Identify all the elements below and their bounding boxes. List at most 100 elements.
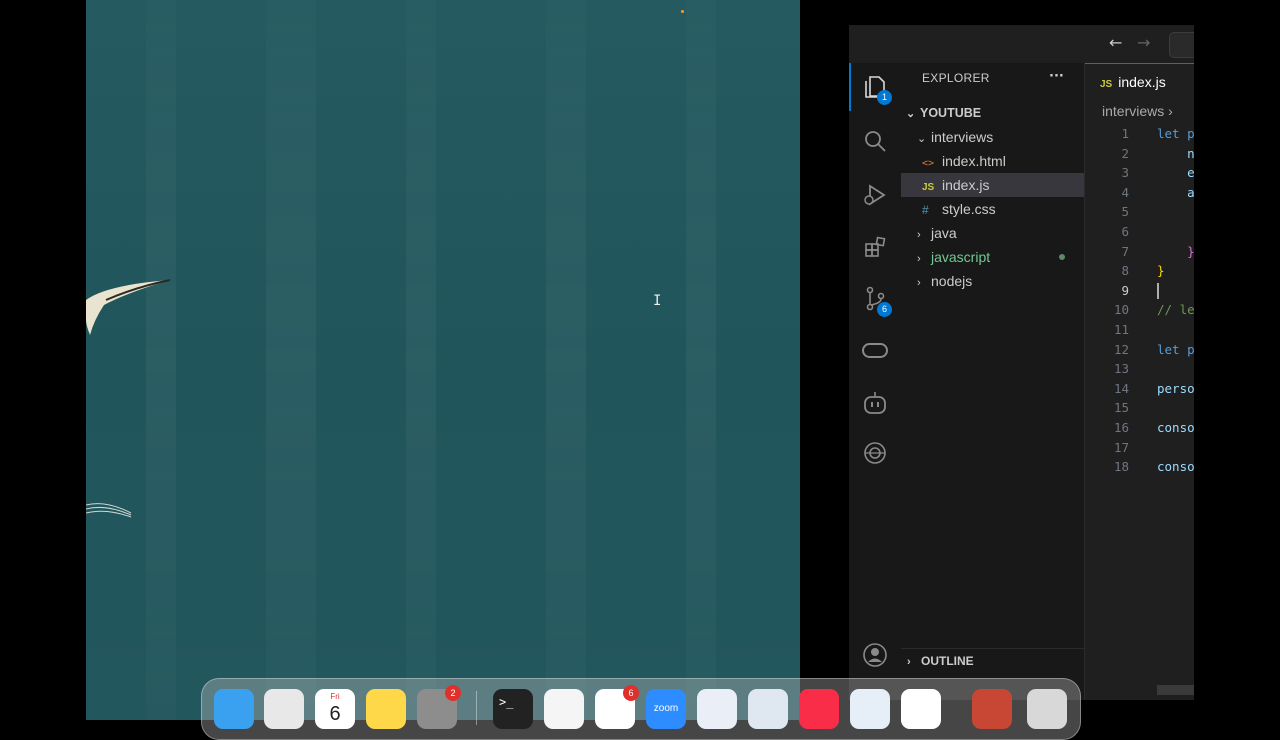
js-file-icon: JS [1100,79,1113,90]
outline-section[interactable]: › OUTLINE [901,648,1084,673]
code-line[interactable]: 2 n [1085,144,1194,164]
folder-interviews[interactable]: ⌄ interviews [901,125,1084,149]
explorer-header: EXPLORER [922,71,990,85]
dock-finder-icon[interactable] [214,689,254,729]
extensions-icon[interactable] [859,231,891,263]
code-text: } [1157,243,1194,259]
dock-launchpad-icon[interactable] [264,689,304,729]
remote-icon[interactable] [859,335,891,367]
dock-automator-icon[interactable] [748,689,788,729]
dock-music-icon[interactable] [799,689,839,729]
dock-zoom-icon[interactable]: zoom [646,689,686,729]
code-line[interactable]: 12 let p [1085,340,1194,360]
folder-javascript[interactable]: › javascript [901,245,1084,269]
horizontal-scrollbar[interactable] [1157,685,1194,695]
line-number: 12 [1113,341,1129,357]
text-cursor-icon: I [653,293,662,309]
chevron-right-icon: › [907,656,911,668]
back-arrow-icon[interactable]: ← [1109,33,1122,52]
code-line[interactable]: 5 [1085,202,1194,222]
code-line[interactable]: 3 e [1085,163,1194,183]
code-lines[interactable]: 1 let p2 n3 e4 a567 } 8} 9 10// le 11 12 let p1… [1085,124,1194,684]
explorer-more-button[interactable]: ··· [1049,69,1064,84]
tab-index-js[interactable]: JS index.js [1085,63,1194,100]
code-line[interactable]: 6 [1085,222,1194,242]
source-control-icon[interactable]: 6 [859,283,892,317]
folder-java[interactable]: › java [901,221,1084,245]
line-number: 3 [1121,165,1129,181]
code-line[interactable]: 16 conso [1085,418,1194,438]
file-index-js[interactable]: JS index.js [901,173,1084,197]
dock-calendar-icon[interactable]: Fri 6 [315,689,355,729]
folder-nodejs[interactable]: › nodejs [901,269,1084,293]
chevron-right-icon: › [917,229,921,241]
dock-badge: 2 [445,685,461,701]
code-line[interactable]: 17 [1085,438,1194,458]
dock-chrome-icon[interactable] [901,689,941,729]
workspace-root[interactable]: ⌄ YOUTUBE [901,101,1084,125]
dock-oracle-icon[interactable] [972,689,1012,729]
code-line[interactable]: 11 [1085,320,1194,340]
dock-slack-icon[interactable]: 6 [595,685,639,729]
outline-label: OUTLINE [921,654,974,668]
files-icon[interactable]: 1 [859,71,892,105]
dock-outlook-icon[interactable] [697,689,737,729]
run-debug-icon[interactable] [859,179,891,211]
code-text: // le [1157,302,1194,318]
folder-label: javascript [931,249,991,265]
openai-icon[interactable] [859,437,891,469]
line-number: 15 [1113,400,1129,416]
code-text: e [1157,165,1194,181]
code-text: let p [1157,126,1194,141]
line-number: 11 [1113,322,1129,337]
vscode-window: ← → 1 6 EXPLORER ··· ⌄ YOUTUBE ⌄ intervi… [849,25,1194,700]
file-label: index.js [942,177,990,193]
bird-graphic [86,279,171,335]
account-icon[interactable] [859,639,891,671]
calendar-day: Fri [330,692,340,701]
dock-terminal-icon[interactable]: >_ [493,689,533,729]
line-number: 16 [1113,420,1129,435]
forward-arrow-icon[interactable]: → [1137,33,1150,52]
code-line[interactable]: 15 [1085,398,1194,418]
calendar-date: 6 [329,703,341,725]
copilot-icon[interactable] [859,387,891,419]
dock-badge: 6 [623,685,639,701]
code-text: conso [1157,420,1194,435]
dock-vscode-icon[interactable] [544,689,584,729]
code-line[interactable]: 1 let p [1085,124,1194,144]
code-line[interactable]: 9 [1085,281,1194,301]
line-number: 4 [1121,184,1129,200]
code-line[interactable]: 8} [1085,261,1194,281]
code-line[interactable]: 14 perso [1085,379,1194,399]
file-index-html[interactable]: <> index.html [901,149,1084,173]
code-line[interactable]: 4 a [1085,183,1194,203]
breadcrumb-separator: › [1168,103,1173,119]
line-number: 1 [1121,126,1129,141]
code-line[interactable]: 10 // le [1085,300,1194,320]
command-center-search[interactable] [1169,32,1194,58]
breadcrumb-item[interactable]: interviews [1102,103,1164,119]
line-number: 17 [1113,439,1129,455]
chevron-right-icon: › [917,277,921,289]
search-icon[interactable] [859,125,891,157]
code-text: conso [1157,459,1194,475]
folder-label: java [931,225,957,241]
activity-bar: 1 6 [849,63,902,700]
breadcrumb[interactable]: interviews › [1102,103,1173,119]
dock-quicktime-icon[interactable] [850,689,890,729]
line-number: 7 [1121,243,1129,259]
file-style-css[interactable]: # style.css [901,197,1084,221]
dock-notes-icon[interactable] [366,689,406,729]
code-line[interactable]: 13 [1085,359,1194,379]
source-control-badge: 6 [877,302,892,317]
code-line[interactable]: 18 conso [1085,457,1194,477]
dock-system-settings-icon[interactable]: 2 [417,685,461,729]
dock-trash-icon[interactable] [1027,689,1067,729]
css-file-icon: # [922,203,929,217]
title-bar: ← → [849,25,1194,63]
folder-label: nodejs [931,273,973,289]
file-label: style.css [942,201,996,217]
code-line[interactable]: 7 } [1085,242,1194,262]
editor-area: JS index.js interviews › 1 let p2 n3 e4 a5… [1085,63,1194,700]
